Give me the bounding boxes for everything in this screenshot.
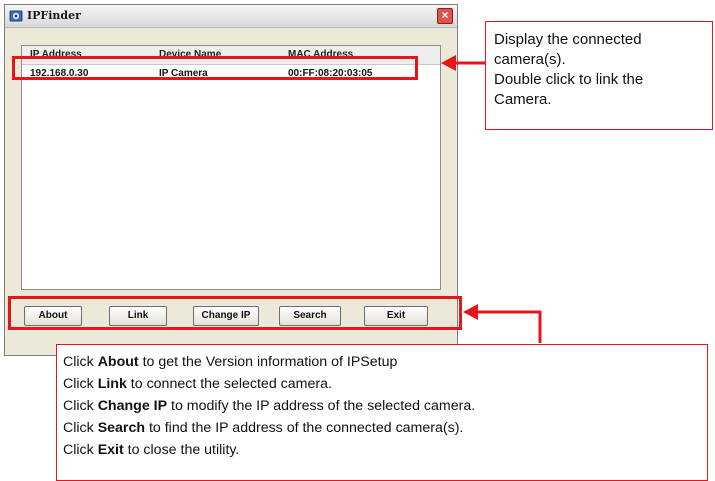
- callout-list-line-1: Display the connected: [494, 31, 642, 48]
- callout-link-key: Link: [97, 376, 127, 392]
- callout-buttons: Click About to get the Version informati…: [56, 344, 708, 481]
- callout-change-ip-key: Change IP: [97, 398, 168, 414]
- callout-device-list: Display the connected camera(s). Double …: [485, 21, 713, 130]
- callout-exit-key: Exit: [97, 442, 124, 458]
- app-icon: [9, 10, 23, 22]
- callout-list-line-3: Double click to link the: [494, 71, 644, 88]
- tutorial-canvas: IPFinder × IP Address Device Name MAC Ad…: [0, 0, 715, 481]
- device-list[interactable]: IP Address Device Name MAC Address 192.1…: [21, 45, 441, 290]
- arrow-to-buttons-head: [463, 304, 478, 320]
- window-title: IPFinder: [27, 9, 81, 22]
- callout-about-line: Click About to get the Version informati…: [63, 354, 398, 370]
- callout-list-line-2: camera(s).: [494, 51, 566, 68]
- callout-list-line-4: Camera.: [494, 91, 552, 108]
- callout-change-ip-line: Click Change IP to modify the IP address…: [63, 398, 476, 414]
- close-icon: ×: [441, 8, 449, 22]
- title-bar: IPFinder ×: [5, 5, 457, 28]
- callout-exit-line: Click Exit to close the utility.: [63, 442, 240, 458]
- callout-search-line: Click Search to find the IP address of t…: [63, 420, 464, 436]
- callout-search-key: Search: [97, 420, 146, 436]
- button-bar-highlight: [8, 296, 462, 330]
- callout-about-key: About: [97, 354, 139, 370]
- callout-link-line: Click Link to connect the selected camer…: [63, 376, 332, 392]
- device-row-highlight: [12, 56, 418, 80]
- close-button[interactable]: ×: [437, 8, 453, 24]
- arrow-to-buttons-line: [478, 310, 542, 343]
